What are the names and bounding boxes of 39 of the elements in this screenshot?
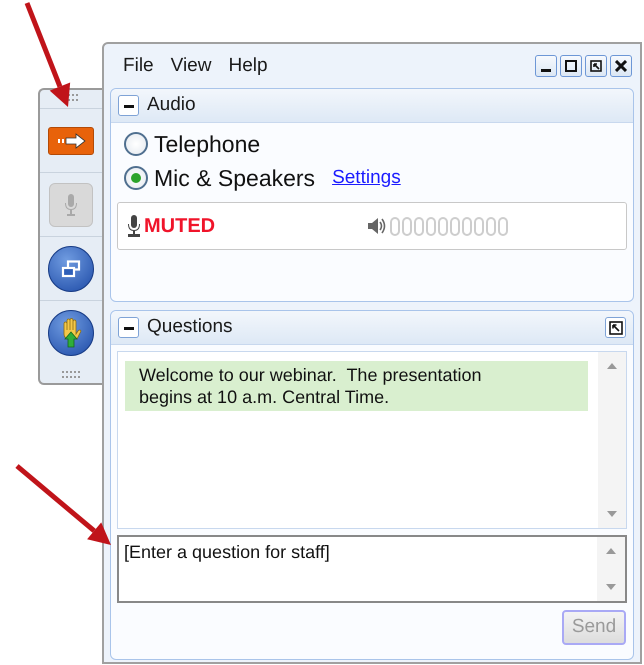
minimize-button[interactable] bbox=[535, 55, 557, 77]
windows-button[interactable] bbox=[48, 246, 94, 292]
restore-button[interactable] bbox=[585, 55, 607, 77]
menu-item[interactable]: View bbox=[170, 52, 212, 80]
restore-icon bbox=[590, 60, 602, 72]
close-button[interactable] bbox=[610, 55, 632, 77]
muted-status: MUTED bbox=[144, 214, 216, 239]
scroll-down-icon bbox=[606, 510, 618, 518]
settings-link[interactable]: Settings bbox=[332, 164, 401, 192]
maximize-button[interactable] bbox=[560, 55, 582, 77]
microphone-icon bbox=[64, 194, 78, 216]
option-label[interactable]: Telephone bbox=[154, 126, 260, 162]
close-icon bbox=[615, 60, 627, 72]
scrollbar[interactable] bbox=[598, 352, 626, 528]
menu-item[interactable]: Help bbox=[228, 52, 268, 80]
grip-icon bbox=[62, 371, 80, 379]
windows-icon bbox=[61, 260, 81, 278]
scroll-down-icon bbox=[605, 583, 617, 591]
radio-button[interactable] bbox=[124, 166, 148, 190]
exit-arrow-button[interactable] bbox=[48, 126, 94, 154]
scrollbar[interactable] bbox=[597, 537, 625, 601]
panel-title: Audio bbox=[147, 93, 196, 118]
collapse-button[interactable] bbox=[118, 95, 139, 116]
question-input[interactable]: [Enter a question for staff] bbox=[117, 535, 627, 603]
message: Welcome to our webinar. The presentation begins at 10 a.m. Central Time. bbox=[125, 361, 588, 411]
option-label[interactable]: Mic & Speakers bbox=[154, 160, 316, 196]
scroll-up-icon bbox=[605, 547, 617, 555]
scroll-up-icon bbox=[606, 362, 618, 370]
minimize-icon bbox=[541, 68, 551, 72]
menu-item[interactable]: File bbox=[123, 52, 154, 80]
microphone-icon bbox=[126, 215, 142, 237]
popout-button[interactable] bbox=[605, 317, 626, 338]
collapse-button[interactable] bbox=[118, 317, 139, 338]
arrow-icon bbox=[56, 132, 86, 148]
maximize-icon bbox=[565, 60, 577, 72]
radio-button[interactable] bbox=[124, 132, 148, 156]
panel-title: Questions bbox=[147, 315, 233, 340]
popout-icon bbox=[608, 320, 622, 334]
raise-hand-button[interactable] bbox=[48, 310, 94, 356]
